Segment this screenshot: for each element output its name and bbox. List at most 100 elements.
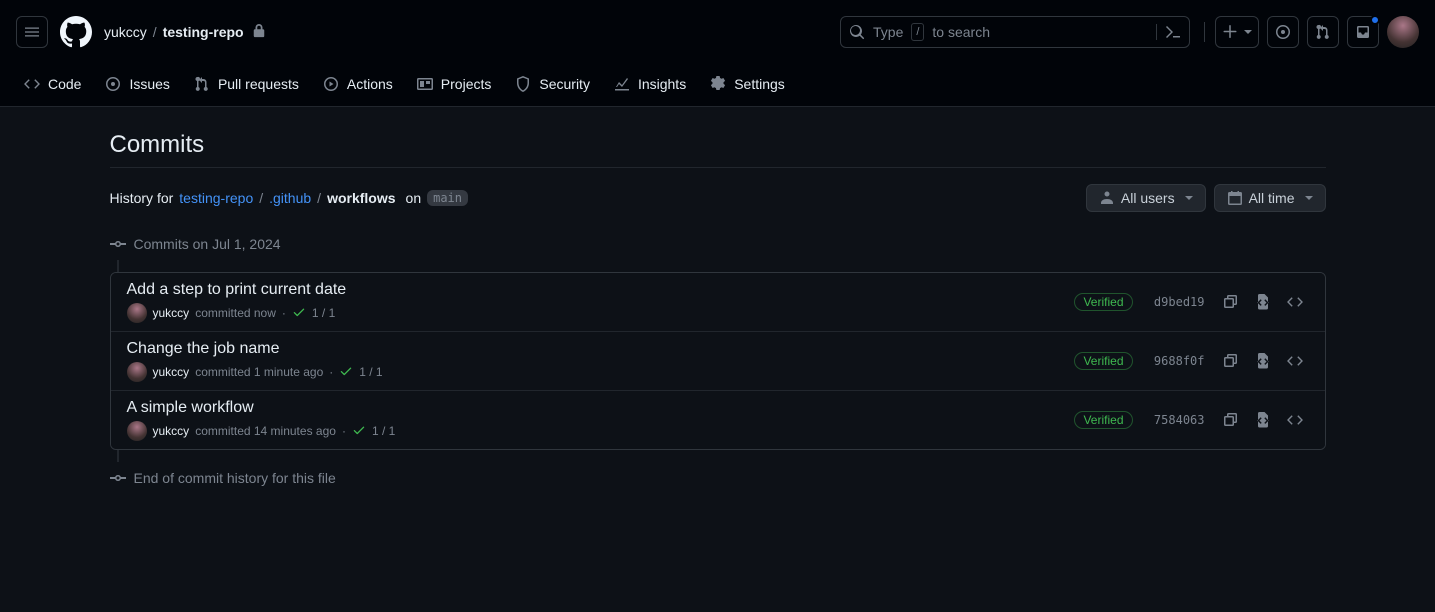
divider [1204, 22, 1205, 42]
tab-issues[interactable]: Issues [97, 64, 177, 106]
commit-checks[interactable]: 1 / 1 [372, 424, 395, 438]
search-icon [849, 24, 865, 40]
tab-code-label: Code [48, 76, 81, 92]
commit-row: A simple workflow yukccy committed 14 minu… [111, 390, 1325, 449]
commit-sha[interactable]: 7584063 [1145, 413, 1205, 427]
chevron-down-icon [1244, 30, 1252, 34]
path-repo[interactable]: testing-repo [179, 190, 253, 206]
author-avatar[interactable] [127, 421, 147, 441]
path-workflows[interactable]: workflows [327, 190, 395, 206]
commit-title[interactable]: Change the job name [127, 340, 1075, 358]
commit-author[interactable]: yukccy [153, 424, 190, 438]
tab-settings[interactable]: Settings [702, 64, 793, 106]
plus-icon [1222, 24, 1238, 40]
breadcrumb: yukccy / testing-repo [104, 24, 266, 41]
chevron-down-icon [1185, 196, 1193, 200]
issue-opened-icon [1275, 24, 1291, 40]
search-input[interactable]: Type / to search [840, 16, 1190, 48]
commit-title[interactable]: A simple workflow [127, 399, 1075, 417]
issues-global-button[interactable] [1267, 16, 1299, 48]
tab-issues-label: Issues [129, 76, 169, 92]
breadcrumb-owner[interactable]: yukccy [104, 24, 147, 40]
play-icon [323, 76, 339, 92]
commit-list: Add a step to print current date yukccy co… [110, 272, 1326, 450]
commit-time: committed 14 minutes ago [195, 424, 336, 438]
pull-requests-global-button[interactable] [1307, 16, 1339, 48]
copy-sha-button[interactable] [1217, 288, 1245, 316]
tab-settings-label: Settings [734, 76, 785, 92]
git-pull-request-icon [1315, 24, 1331, 40]
check-icon[interactable] [352, 423, 366, 440]
commit-author[interactable]: yukccy [153, 365, 190, 379]
gear-icon [710, 76, 726, 92]
browse-repo-button[interactable] [1281, 347, 1309, 375]
commit-checks[interactable]: 1 / 1 [359, 365, 382, 379]
tab-insights[interactable]: Insights [606, 64, 694, 106]
commit-row: Change the job nameyukccycommitted 1 min… [111, 331, 1325, 390]
view-file-button[interactable] [1249, 288, 1277, 316]
commit-sha[interactable]: 9688f0f [1145, 354, 1205, 368]
commit-author[interactable]: yukccy [153, 306, 190, 320]
timeline-end-label: End of commit history for this file [134, 470, 336, 486]
shield-icon [515, 76, 531, 92]
path-sep: / [259, 190, 263, 206]
author-avatar[interactable] [127, 362, 147, 382]
history-path: History for testing-repo / .github / wor… [110, 190, 469, 206]
browse-repo-button[interactable] [1281, 406, 1309, 434]
tab-projects[interactable]: Projects [409, 64, 500, 106]
verified-badge[interactable]: Verified [1074, 411, 1132, 429]
people-icon [1099, 190, 1115, 206]
view-file-button[interactable] [1249, 347, 1277, 375]
meta-sep: · [329, 365, 333, 379]
page-title: Commits [110, 131, 1326, 168]
path-sep: / [317, 190, 321, 206]
git-commit-icon [110, 236, 126, 252]
tab-pull-requests[interactable]: Pull requests [186, 64, 307, 106]
pr-icon [194, 76, 210, 92]
breadcrumb-repo[interactable]: testing-repo [163, 24, 244, 40]
tab-security[interactable]: Security [507, 64, 598, 106]
meta-sep: · [342, 424, 346, 438]
header-actions [1202, 16, 1419, 48]
browse-repo-button[interactable] [1281, 288, 1309, 316]
notifications-button[interactable] [1347, 16, 1379, 48]
graph-icon [614, 76, 630, 92]
lock-icon [248, 24, 266, 41]
commit-time: committed now [195, 306, 276, 320]
tab-actions-label: Actions [347, 76, 393, 92]
code-icon [24, 76, 40, 92]
copy-sha-button[interactable] [1217, 347, 1245, 375]
commit-sha[interactable]: d9bed19 [1145, 295, 1205, 309]
check-icon[interactable] [339, 364, 353, 381]
author-avatar[interactable] [127, 303, 147, 323]
tab-actions[interactable]: Actions [315, 64, 401, 106]
hamburger-button[interactable] [16, 16, 48, 48]
timeline-end: End of commit history for this file [134, 462, 1326, 494]
filter-time-button[interactable]: All time [1214, 184, 1326, 212]
create-new-button[interactable] [1215, 16, 1259, 48]
copy-sha-button[interactable] [1217, 406, 1245, 434]
filter-users-button[interactable]: All users [1086, 184, 1206, 212]
path-github[interactable]: .github [269, 190, 311, 206]
user-avatar[interactable] [1387, 16, 1419, 48]
tab-security-label: Security [539, 76, 590, 92]
issue-icon [105, 76, 121, 92]
search-slash-key: / [911, 23, 924, 41]
tab-code[interactable]: Code [16, 64, 89, 106]
project-icon [417, 76, 433, 92]
branch-tag[interactable]: main [427, 190, 468, 206]
verified-badge[interactable]: Verified [1074, 352, 1132, 370]
github-logo[interactable] [60, 16, 92, 48]
verified-badge[interactable]: Verified [1074, 293, 1132, 311]
breadcrumb-sep: / [153, 24, 157, 40]
main-content: Commits History for testing-repo / .gith… [78, 107, 1358, 518]
search-placeholder-pre: Type [873, 24, 903, 40]
commit-title[interactable]: Add a step to print current date [127, 281, 1075, 299]
command-palette-icon[interactable] [1156, 24, 1181, 40]
history-prefix: History for [110, 190, 174, 206]
commit-checks[interactable]: 1 / 1 [312, 306, 335, 320]
global-header: yukccy / testing-repo Type / to search [0, 0, 1435, 64]
view-file-button[interactable] [1249, 406, 1277, 434]
git-commit-icon [110, 470, 126, 486]
check-icon[interactable] [292, 305, 306, 322]
